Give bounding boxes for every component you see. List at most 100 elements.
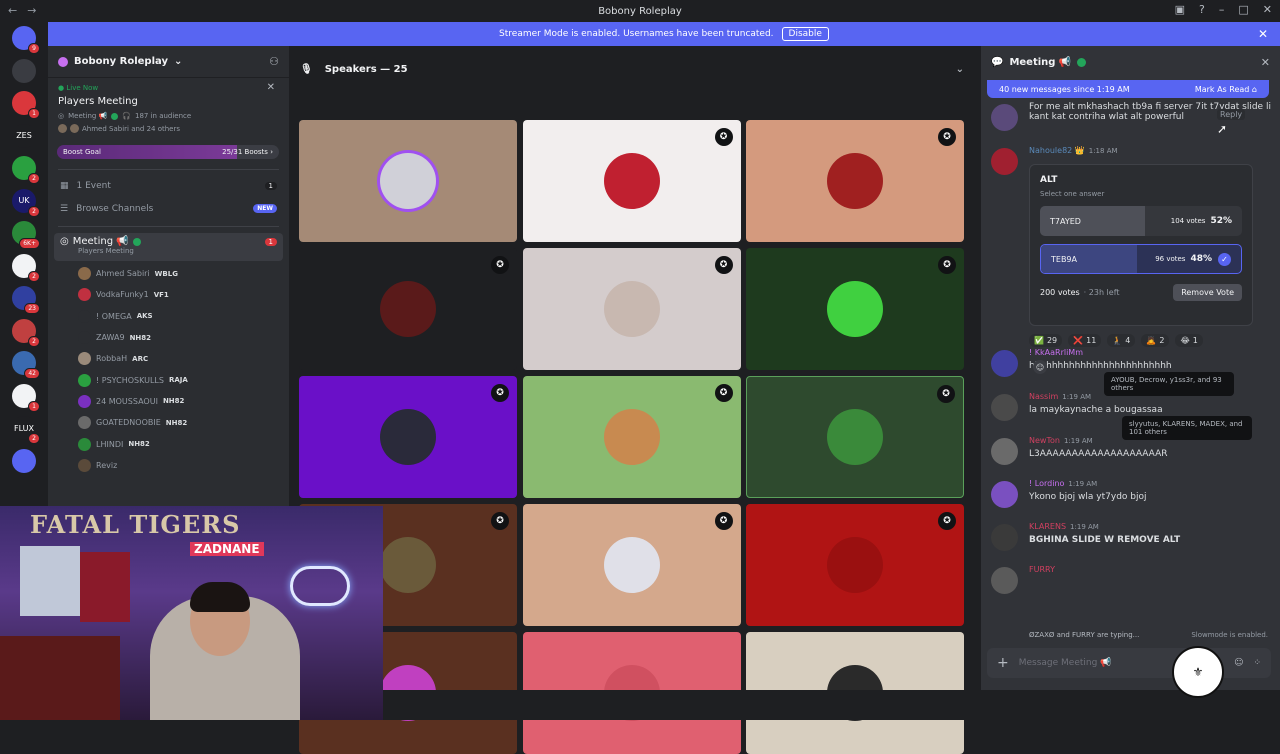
- voice-user[interactable]: RobbaH ARC: [48, 348, 289, 369]
- server-icon[interactable]: 42: [12, 351, 40, 379]
- speakers-header[interactable]: 🎙 Speakers — 25 ⌄: [290, 46, 980, 92]
- voice-user[interactable]: ! PSYCHOSKULLS RAJA: [48, 369, 289, 390]
- new-messages-bar[interactable]: 40 new messages since 1:19 AM Mark As Re…: [987, 80, 1269, 98]
- voice-user[interactable]: LHINDI NH82: [48, 433, 289, 454]
- server-icon[interactable]: ZES: [12, 123, 36, 148]
- voice-user[interactable]: ! OMEGA AKS: [48, 306, 289, 327]
- chevron-down-icon[interactable]: ⌄: [956, 64, 964, 75]
- reaction-tooltip: slyyutus, KLARENS, MADEX, and 101 others: [1122, 416, 1252, 440]
- reaction-emoji: 🧎: [1112, 336, 1123, 345]
- server-icon[interactable]: 9: [12, 26, 40, 54]
- voice-channel-meeting[interactable]: ◎ Meeting 📢 Players Meeting 1: [54, 233, 283, 261]
- status-dot-icon: [132, 237, 141, 246]
- disable-button[interactable]: Disable: [781, 27, 829, 41]
- reaction-chip[interactable]: 🧎 4: [1107, 334, 1136, 347]
- remove-vote-button[interactable]: Remove Vote: [1173, 284, 1242, 301]
- maximize-icon[interactable]: □: [1238, 3, 1248, 16]
- server-icon[interactable]: UK 2: [12, 188, 40, 217]
- live-status: Live Now: [66, 84, 99, 92]
- speaker-tile[interactable]: ✪: [746, 120, 964, 242]
- voice-user-name: 24 MOUSSAOUI: [96, 396, 158, 406]
- speaker-tile[interactable]: ✪: [746, 248, 964, 370]
- browse-channels-row[interactable]: ☰ Browse Channels NEW: [48, 197, 289, 220]
- voice-user[interactable]: ZAWA9 NH82: [48, 327, 289, 348]
- stage-icon: ◎: [58, 112, 65, 120]
- speaker-tile[interactable]: ✪: [299, 248, 517, 370]
- emoji-icon[interactable]: ☺: [1234, 658, 1243, 668]
- server-icon[interactable]: 1: [12, 383, 40, 412]
- message-time: 1:19 AM: [1068, 480, 1098, 488]
- slowmode-notice: Slowmode is enabled.: [1191, 631, 1268, 639]
- server-icon[interactable]: 2: [12, 156, 40, 184]
- apps-icon[interactable]: ⁘: [1253, 658, 1261, 668]
- boost-progress: 25/31 Boosts: [222, 148, 268, 156]
- reaction-chip[interactable]: ❌ 11: [1068, 334, 1102, 347]
- boost-goal-bar[interactable]: Boost Goal 25/31 Boosts ›: [57, 145, 279, 159]
- server-icon[interactable]: [12, 58, 36, 83]
- poll-options: T7AYED 104 votes 52% TEB9A 96 votes 48% ✓: [1040, 206, 1242, 274]
- guild-header[interactable]: Bobony Roleplay ⌄ ⚇: [48, 46, 289, 78]
- close-chat-icon[interactable]: ✕: [1261, 56, 1270, 69]
- speaker-tile[interactable]: [299, 120, 517, 242]
- minimize-icon[interactable]: –: [1219, 3, 1225, 16]
- message-author[interactable]: ! KkAaRrliMm: [1029, 348, 1083, 357]
- composer-placeholder[interactable]: Message Meeting 📢: [1019, 658, 1112, 668]
- voice-user[interactable]: Reviz: [48, 455, 289, 476]
- server-icon[interactable]: 1: [12, 91, 40, 119]
- mark-read-button[interactable]: Mark As Read: [1195, 85, 1250, 94]
- invite-icon[interactable]: ⚇: [269, 55, 279, 68]
- avatar: [78, 437, 91, 451]
- voice-user[interactable]: Ahmed Sabiri WBLG: [48, 263, 289, 284]
- help-icon[interactable]: ?: [1199, 3, 1205, 16]
- speaker-tile[interactable]: ✪: [522, 248, 741, 370]
- speaker-avatar: [603, 153, 660, 209]
- speaker-tile[interactable]: ✪: [299, 376, 517, 498]
- message-author[interactable]: FURRY: [1029, 565, 1055, 574]
- message-author[interactable]: ! Lordino: [1029, 479, 1064, 488]
- streamer-mode-banner: Streamer Mode is enabled. Usernames have…: [48, 22, 1280, 46]
- divider: [58, 226, 279, 227]
- message-text: L3AAAAAAAAAAAAAAAAAAAR: [1029, 449, 1168, 459]
- message-author[interactable]: KLARENS: [1029, 522, 1066, 531]
- message-author[interactable]: Nassim: [1029, 392, 1058, 401]
- poll-option[interactable]: T7AYED 104 votes 52%: [1040, 206, 1242, 236]
- server-label: ZES: [16, 131, 32, 140]
- server-icon[interactable]: 2: [12, 253, 40, 282]
- speaker-tile[interactable]: ✪: [522, 120, 741, 242]
- poll-total: 200 votes: [1040, 288, 1080, 297]
- speaker-avatar: [380, 153, 436, 209]
- events-row[interactable]: ▦ 1 Event 1: [48, 174, 289, 197]
- speaker-tile[interactable]: ✪: [522, 376, 741, 498]
- poll-option[interactable]: TEB9A 96 votes 48% ✓: [1040, 244, 1242, 274]
- voice-user[interactable]: VodkaFunky1 VF1: [48, 284, 289, 305]
- voice-user[interactable]: 24 MOUSSAOUI NH82: [48, 391, 289, 412]
- server-icon[interactable]: FLUX 2: [12, 416, 40, 444]
- live-stage-card[interactable]: ● Live Now ✕ Players Meeting ◎ Meeting 📢…: [48, 78, 289, 133]
- server-icon[interactable]: 23: [12, 286, 40, 314]
- close-window-icon[interactable]: ✕: [1263, 3, 1272, 16]
- reaction-chip[interactable]: 🙇 2: [1141, 334, 1170, 347]
- message-author[interactable]: NewTon: [1029, 436, 1060, 445]
- webcam-overlay: FATAL TIGERS ZADNANE: [0, 506, 383, 720]
- live-close-icon[interactable]: ✕: [267, 82, 275, 93]
- speaker-tile[interactable]: ✪: [746, 504, 964, 626]
- jersey-image: [80, 552, 130, 622]
- speaker-tile[interactable]: ✪: [746, 376, 964, 498]
- reaction-chip[interactable]: 😂 1: [1175, 334, 1203, 347]
- banner-close-icon[interactable]: ✕: [1258, 27, 1268, 41]
- voice-user[interactable]: GOATEDNOOBIE NH82: [48, 412, 289, 433]
- server-icon[interactable]: 2: [12, 318, 40, 347]
- poll-option-percent: 52%: [1210, 216, 1232, 226]
- message-composer[interactable]: + Message Meeting 📢 ☺ ⁘: [987, 648, 1271, 678]
- guild-name: Bobony Roleplay: [74, 56, 168, 67]
- inbox-icon[interactable]: ▣: [1175, 3, 1185, 16]
- list-icon: ☰: [60, 203, 69, 214]
- speaker-tile[interactable]: ✪: [522, 504, 741, 626]
- add-attachment-icon[interactable]: +: [997, 655, 1009, 671]
- server-icon[interactable]: 6K+: [12, 221, 40, 249]
- reaction-chip[interactable]: ✅ 29: [1029, 334, 1063, 347]
- speaker-avatar: [380, 409, 436, 465]
- add-reaction-icon[interactable]: ☺: [1033, 360, 1047, 374]
- voice-user-name: VodkaFunky1: [96, 290, 149, 300]
- server-icon[interactable]: [12, 448, 36, 473]
